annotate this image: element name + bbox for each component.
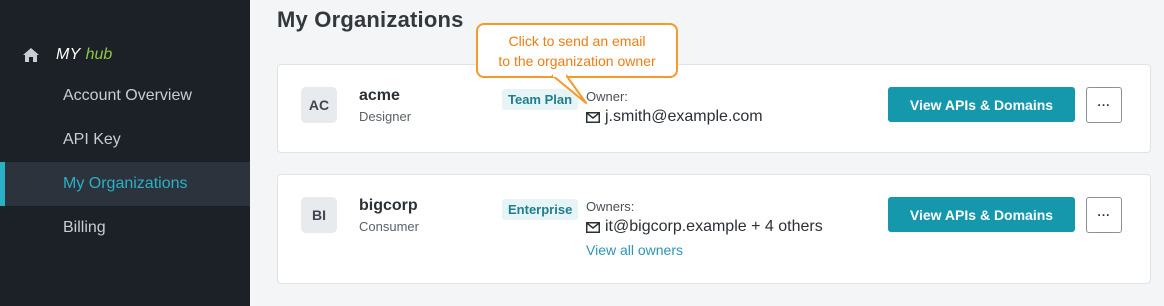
view-apis-domains-button[interactable]: View APIs & Domains (888, 197, 1075, 232)
sidebar-item-my-organizations[interactable]: My Organizations (0, 162, 250, 206)
more-options-button[interactable]: ... (1086, 197, 1122, 233)
sidebar-item-label: My Organizations (63, 175, 188, 192)
owner-email-link[interactable]: it@bigcorp.example + 4 others (586, 218, 823, 236)
sidebar-item-billing[interactable]: Billing (0, 206, 250, 250)
owner-email-link[interactable]: j.smith@example.com (586, 108, 763, 126)
view-apis-domains-button[interactable]: View APIs & Domains (888, 87, 1075, 122)
org-name: acme (359, 87, 400, 104)
more-icon: ... (1097, 205, 1111, 219)
plan-badge: Enterprise (502, 199, 579, 220)
more-options-button[interactable]: ... (1086, 87, 1122, 123)
more-icon: ... (1097, 95, 1111, 109)
sidebar: MY hub Account Overview API Key My Organ… (0, 0, 250, 306)
sidebar-item-account-overview[interactable]: Account Overview (0, 74, 250, 118)
email-owner-tooltip: Click to send an email to the organizati… (476, 23, 678, 78)
sidebar-item-label: API Key (63, 131, 121, 148)
page-title: My Organizations (277, 7, 464, 32)
org-name: bigcorp (359, 197, 418, 214)
sidebar-item-label: Account Overview (63, 87, 192, 104)
tooltip-pointer (551, 74, 587, 104)
org-role: Designer (359, 109, 412, 124)
org-avatar: BI (301, 197, 337, 233)
org-card-acme: AC acme Designer Team Plan Owner: j.smit… (277, 64, 1151, 153)
tooltip-line-1: Click to send an email (508, 32, 646, 49)
brand[interactable]: MY hub (22, 45, 112, 65)
org-avatar: AC (301, 87, 337, 123)
mail-icon (586, 111, 600, 123)
brand-my: MY (56, 46, 81, 63)
home-icon (22, 47, 40, 63)
tooltip-line-2: to the organization owner (498, 52, 656, 69)
sidebar-item-api-key[interactable]: API Key (0, 118, 250, 162)
mail-icon (586, 221, 600, 233)
org-card-bigcorp: BI bigcorp Consumer Enterprise Owners: i… (277, 174, 1151, 284)
org-role: Consumer (359, 219, 419, 234)
brand-hub: hub (85, 46, 113, 63)
view-all-owners-link[interactable]: View all owners (586, 242, 683, 258)
owner-email: it@bigcorp.example + 4 others (605, 218, 823, 235)
sidebar-item-label: Billing (63, 219, 106, 236)
owner-label: Owners: (586, 199, 635, 214)
owner-email: j.smith@example.com (605, 108, 763, 125)
